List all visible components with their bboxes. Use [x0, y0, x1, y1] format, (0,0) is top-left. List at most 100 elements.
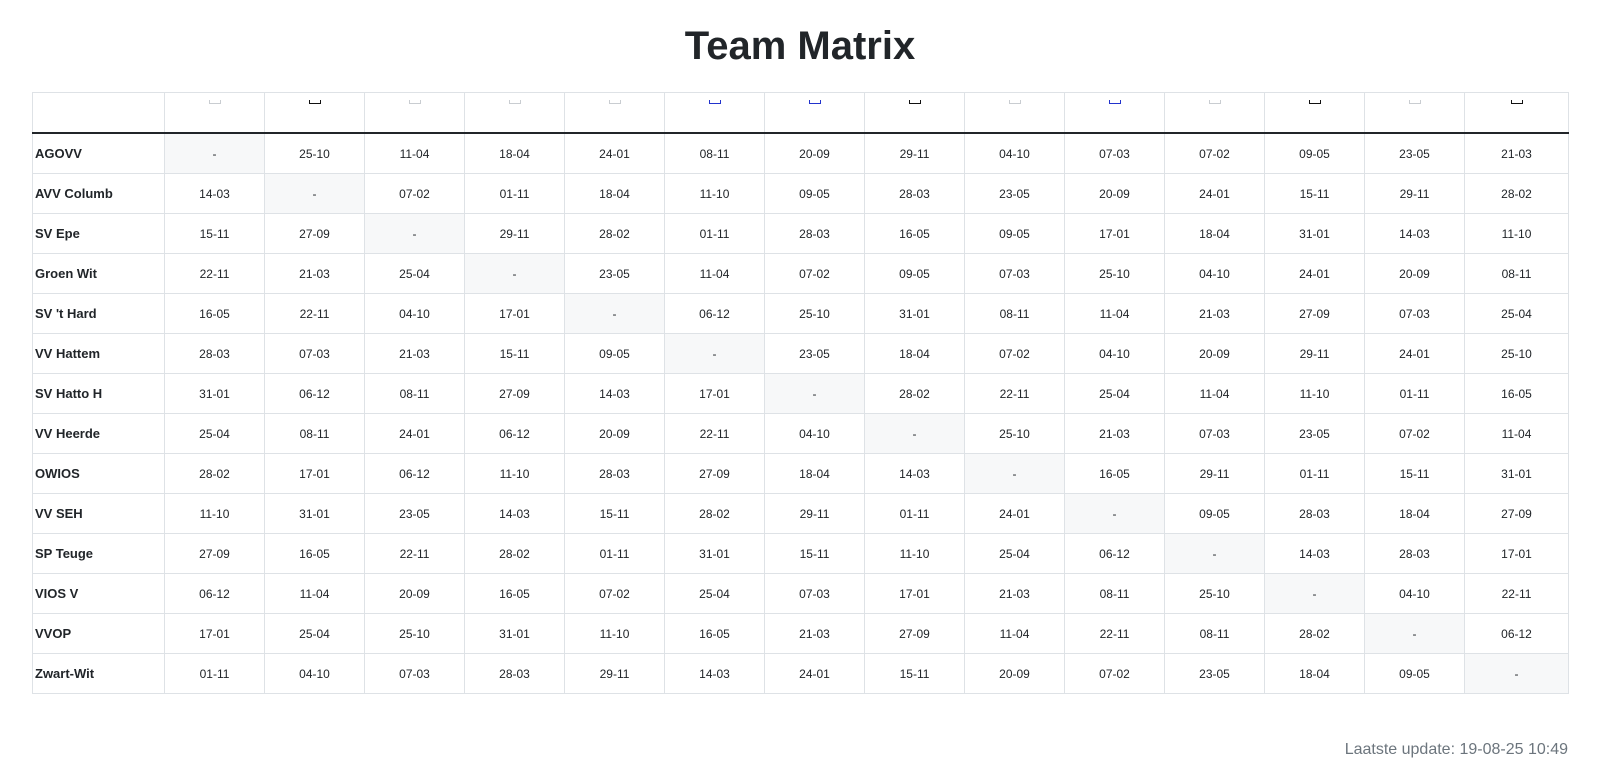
- match-date-cell: 25-10: [364, 613, 465, 654]
- team-name-cell: AVV Columb: [32, 173, 165, 214]
- team-logo-icon: [1008, 100, 1021, 104]
- match-date-cell: 14-03: [564, 373, 665, 414]
- match-date-cell: 14-03: [164, 173, 265, 214]
- match-date-cell: 24-01: [964, 493, 1065, 534]
- team-name-cell: VV Heerde: [32, 413, 165, 454]
- column-header-team-logo: [264, 92, 365, 134]
- page-title: Team Matrix: [684, 24, 916, 68]
- match-date-cell: 28-03: [864, 173, 965, 214]
- match-date-cell: 28-03: [564, 453, 665, 494]
- team-matrix-container: AGOVV -25-10 11-04 18-04 24-01 08-11 20-09 29-1…: [32, 92, 1569, 694]
- match-date-cell: 17-01: [1464, 533, 1569, 574]
- match-date-cell: 27-09: [864, 613, 965, 654]
- team-logo-icon: [1108, 100, 1121, 104]
- match-date-cell: 28-02: [864, 373, 965, 414]
- match-date-cell: 28-02: [1464, 173, 1569, 214]
- match-date-cell: 07-02: [1364, 413, 1465, 454]
- match-date-cell: 27-09: [264, 213, 365, 254]
- match-date-cell: 08-11: [264, 413, 365, 454]
- self-match-cell: -: [1064, 493, 1165, 534]
- table-row: AGOVV -25-10 11-04 18-04 24-01 08-11 20-09 29-1…: [32, 132, 1569, 174]
- match-date-cell: 07-02: [1164, 132, 1265, 174]
- match-date-cell: 22-11: [364, 533, 465, 574]
- match-date-cell: 11-04: [964, 613, 1065, 654]
- self-match-cell: -: [364, 213, 465, 254]
- match-date-cell: 28-02: [164, 453, 265, 494]
- match-date-cell: 25-10: [1064, 253, 1165, 294]
- match-date-cell: 29-11: [764, 493, 865, 534]
- match-date-cell: 15-11: [1364, 453, 1465, 494]
- match-date-cell: 09-05: [964, 213, 1065, 254]
- table-row: VV Heerde 25-04 08-11 24-01 06-12 20-09 22-11 0…: [32, 413, 1569, 454]
- match-date-cell: 31-01: [664, 533, 765, 574]
- team-logo-icon: [408, 100, 421, 104]
- column-header-team-logo: [1364, 92, 1465, 134]
- match-date-cell: 04-10: [1164, 253, 1265, 294]
- match-date-cell: 18-04: [564, 173, 665, 214]
- team-logo-icon: [908, 100, 921, 104]
- table-row: Zwart-Wit 01-11 04-10 07-03 28-03 29-11 14-03 2…: [32, 653, 1569, 694]
- self-match-cell: -: [764, 373, 865, 414]
- team-logo-icon: [608, 100, 621, 104]
- match-date-cell: 18-04: [864, 333, 965, 374]
- match-date-cell: 25-10: [1464, 333, 1569, 374]
- match-date-cell: 31-01: [1264, 213, 1365, 254]
- match-date-cell: 11-04: [364, 132, 465, 174]
- match-date-cell: 17-01: [664, 373, 765, 414]
- match-date-cell: 09-05: [764, 173, 865, 214]
- match-date-cell: 28-02: [1264, 613, 1365, 654]
- team-name-cell: VV Hattem: [32, 333, 165, 374]
- column-header-team-logo: [364, 92, 465, 134]
- table-row: SV 't Hard 16-05 22-11 04-10 17-01-06-12 25-1…: [32, 293, 1569, 334]
- match-date-cell: 08-11: [1164, 613, 1265, 654]
- match-date-cell: 25-04: [964, 533, 1065, 574]
- match-date-cell: 04-10: [764, 413, 865, 454]
- self-match-cell: -: [864, 413, 965, 454]
- match-date-cell: 17-01: [164, 613, 265, 654]
- match-date-cell: 07-03: [764, 573, 865, 614]
- match-date-cell: 25-04: [264, 613, 365, 654]
- self-match-cell: -: [964, 453, 1065, 494]
- match-date-cell: 16-05: [1464, 373, 1569, 414]
- match-date-cell: 18-04: [1364, 493, 1465, 534]
- matrix-header-row: [32, 92, 1569, 134]
- match-date-cell: 18-04: [1164, 213, 1265, 254]
- match-date-cell: 09-05: [1164, 493, 1265, 534]
- team-name-cell: AGOVV: [32, 132, 165, 174]
- match-date-cell: 07-02: [964, 333, 1065, 374]
- match-date-cell: 17-01: [464, 293, 565, 334]
- match-date-cell: 23-05: [764, 333, 865, 374]
- last-update-text: Laatste update: 19-08-25 10:49: [1344, 741, 1568, 758]
- match-date-cell: 23-05: [564, 253, 665, 294]
- match-date-cell: 28-02: [564, 213, 665, 254]
- matrix-body: AGOVV -25-10 11-04 18-04 24-01 08-11 20-09 29-1…: [32, 132, 1569, 694]
- match-date-cell: 11-10: [1464, 213, 1569, 254]
- match-date-cell: 11-10: [864, 533, 965, 574]
- match-date-cell: 22-11: [264, 293, 365, 334]
- team-name-cell: VIOS V: [32, 573, 165, 614]
- match-date-cell: 22-11: [964, 373, 1065, 414]
- match-date-cell: 06-12: [464, 413, 565, 454]
- match-date-cell: 21-03: [1464, 132, 1569, 174]
- match-date-cell: 01-11: [664, 213, 765, 254]
- match-date-cell: 08-11: [964, 293, 1065, 334]
- team-name-cell: SV Epe: [32, 213, 165, 254]
- match-date-cell: 09-05: [1364, 653, 1465, 694]
- match-date-cell: 29-11: [464, 213, 565, 254]
- match-date-cell: 28-03: [464, 653, 565, 694]
- match-date-cell: 18-04: [464, 132, 565, 174]
- table-row: AVV Columb 14-03-07-02 01-11 18-04 11-10 09-0…: [32, 173, 1569, 214]
- team-logo-icon: [508, 100, 521, 104]
- match-date-cell: 20-09: [764, 132, 865, 174]
- match-date-cell: 04-10: [964, 132, 1065, 174]
- team-name-cell: Groen Wit: [32, 253, 165, 294]
- team-name-cell: SV 't Hard: [32, 293, 165, 334]
- match-date-cell: 17-01: [264, 453, 365, 494]
- match-date-cell: 28-03: [1264, 493, 1365, 534]
- team-logo-icon: [808, 100, 821, 104]
- match-date-cell: 21-03: [1164, 293, 1265, 334]
- table-row: VIOS V 06-12 11-04 20-09 16-05 07-02 25-04 07-0…: [32, 573, 1569, 614]
- match-date-cell: 04-10: [1064, 333, 1165, 374]
- match-date-cell: 06-12: [1064, 533, 1165, 574]
- match-date-cell: 09-05: [564, 333, 665, 374]
